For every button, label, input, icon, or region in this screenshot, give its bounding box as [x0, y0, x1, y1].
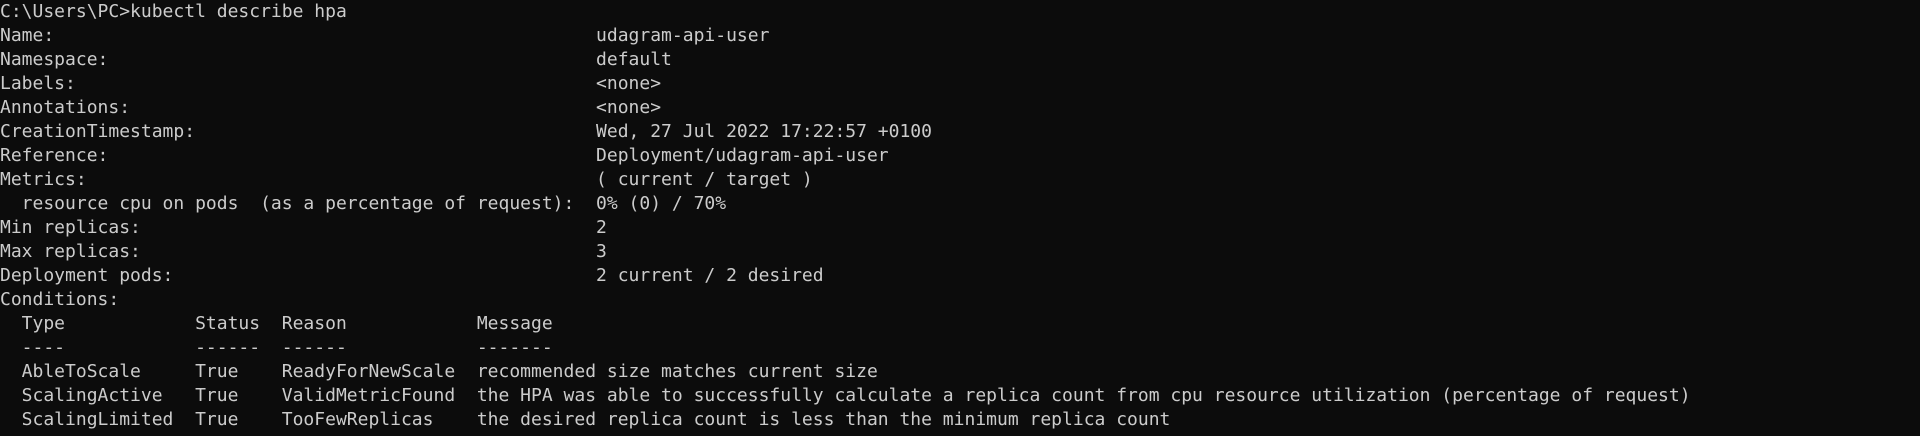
hpa-annotations-line: Annotations: <none> — [0, 97, 662, 118]
conditions-table-row: AbleToScale True ReadyForNewScale recomm… — [0, 361, 878, 382]
hpa-namespace-line: Namespace: default — [0, 49, 672, 70]
terminal-window[interactable]: C:\Users\PC>kubectl describe hpa Name: u… — [0, 0, 1920, 436]
conditions-table-divider: ---- ------ ------ ------- — [0, 337, 553, 358]
hpa-labels-line: Labels: <none> — [0, 73, 662, 94]
command-prompt-line: C:\Users\PC>kubectl describe hpa — [0, 1, 347, 22]
hpa-metrics-header-line: Metrics: ( current / target ) — [0, 169, 813, 190]
hpa-reference-line: Reference: Deployment/udagram-api-user — [0, 145, 889, 166]
hpa-name-line: Name: udagram-api-user — [0, 25, 770, 46]
hpa-min-replicas-line: Min replicas: 2 — [0, 217, 607, 238]
hpa-max-replicas-line: Max replicas: 3 — [0, 241, 607, 262]
hpa-creation-timestamp-line: CreationTimestamp: Wed, 27 Jul 2022 17:2… — [0, 121, 932, 142]
conditions-table-row: ScalingActive True ValidMetricFound the … — [0, 385, 1691, 406]
hpa-metrics-cpu-line: resource cpu on pods (as a percentage of… — [0, 193, 727, 214]
hpa-deployment-pods-line: Deployment pods: 2 current / 2 desired — [0, 265, 824, 286]
hpa-conditions-line: Conditions: — [0, 289, 120, 310]
conditions-table-header: Type Status Reason Message — [0, 313, 553, 334]
conditions-table-row: ScalingLimited True TooFewReplicas the d… — [0, 409, 1171, 430]
